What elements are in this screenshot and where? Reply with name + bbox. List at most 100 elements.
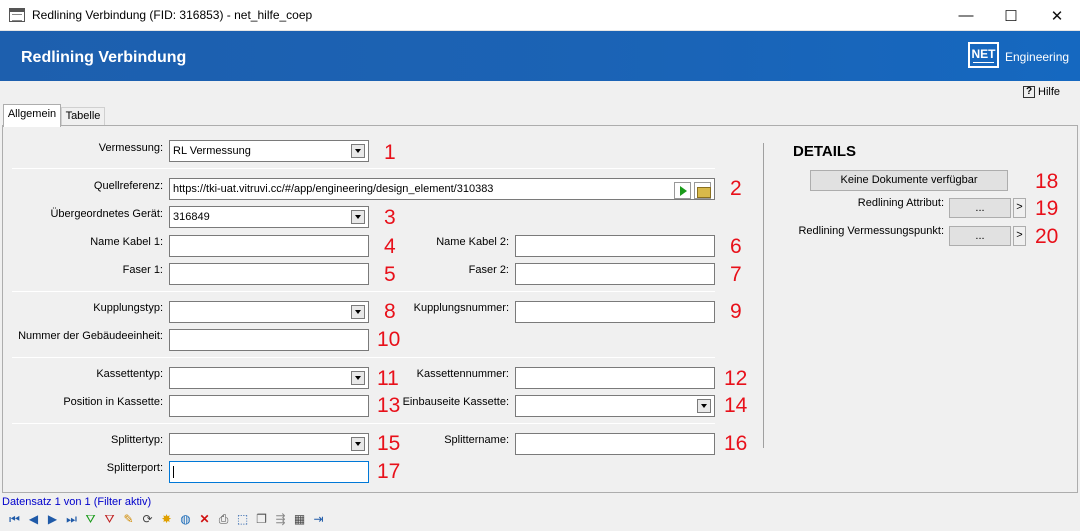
help-label: Hilfe [1038,86,1061,98]
next-record-icon[interactable]: ▶ [44,511,61,527]
name-kabel-2-field[interactable] [515,235,715,257]
divider [12,423,715,424]
exit-icon[interactable]: ⇥ [310,511,327,527]
chevron-down-icon[interactable] [351,305,365,319]
annotation-number: 11 [377,367,399,390]
annotation-number: 15 [377,432,401,455]
table-edit-icon[interactable]: ▦ [291,511,308,527]
close-button[interactable]: ✕ [1034,0,1080,31]
window-title: Redlining Verbindung (FID: 316853) - net… [32,8,313,22]
kassettennummer-field[interactable] [515,367,715,389]
splittername-field[interactable] [515,433,715,455]
splittername-label: Splittername: [444,434,509,446]
open-link-icon[interactable] [674,182,691,199]
einbauseite-kassette-select[interactable] [515,395,715,417]
einbauseite-kassette-label: Einbauseite Kassette: [402,396,509,408]
annotation-number: 3 [384,206,396,229]
annotation-number: 16 [724,432,748,455]
annotation-number: 2 [730,177,742,200]
kassettentyp-select[interactable] [169,367,369,389]
refresh-icon[interactable]: ⟳ [139,511,156,527]
name-kabel-2-label: Name Kabel 2: [436,236,509,248]
annotation-number: 12 [724,367,748,390]
redlining-vermessungspunkt-arrow-button[interactable]: > [1013,226,1026,246]
previous-record-icon[interactable]: ◀ [25,511,42,527]
uebergeordnetes-geraet-label: Übergeordnetes Gerät: [50,208,163,220]
tab-allgemein[interactable]: Allgemein [3,104,61,127]
last-record-icon[interactable]: ⏭ [63,511,80,527]
remove-filter-icon[interactable]: ⛛ [101,511,118,527]
help-icon: ? [1023,86,1035,98]
redlining-attribut-label: Redlining Attribut: [857,197,944,209]
tab-tabelle[interactable]: Tabelle [61,107,105,126]
minimize-button[interactable]: — [943,0,989,31]
chevron-down-icon[interactable] [697,399,711,413]
vermessung-select[interactable]: RL Vermessung [169,140,369,162]
kassettentyp-label: Kassettentyp: [96,368,163,380]
net-logo: NET [968,42,999,68]
annotation-number: 13 [377,394,401,417]
annotation-number: 19 [1035,197,1059,220]
divider [12,291,715,292]
window-titlebar: Redlining Verbindung (FID: 316853) - net… [0,0,1080,31]
select-area-icon[interactable]: ⬚ [234,511,251,527]
nummer-gebaeudeeinheit-field[interactable] [169,329,369,351]
bottom-toolbar: ⏮ ◀ ▶ ⏭ ⛛ ⛛ ✎ ⟳ ✸ ◍ ✕ ⎙ ⬚ ❐ ⇶ ▦ ⇥ [6,510,329,528]
print-icon[interactable]: ⎙ [215,511,232,527]
name-kabel-1-field[interactable] [169,235,369,257]
annotation-number: 5 [384,263,396,286]
brand-text: Engineering [1005,50,1070,64]
edit-pencil-icon[interactable]: ✎ [120,511,137,527]
annotation-number: 18 [1035,170,1059,193]
vermessung-label: Vermessung: [98,142,163,154]
faser-1-field[interactable] [169,263,369,285]
documents-button[interactable]: Keine Dokumente verfügbar [810,170,1008,191]
faser-2-field[interactable] [515,263,715,285]
redlining-attribut-arrow-button[interactable]: > [1013,198,1026,218]
chevron-down-icon[interactable] [351,210,365,224]
splittertyp-select[interactable] [169,433,369,455]
first-record-icon[interactable]: ⏮ [6,511,23,527]
divider [12,168,715,169]
delete-icon[interactable]: ✕ [196,511,213,527]
quellreferenz-label: Quellreferenz: [93,180,163,192]
vermessung-value: RL Vermessung [173,145,251,157]
record-status: Datensatz 1 von 1 (Filter aktiv) [2,496,152,508]
annotation-number: 1 [384,141,396,164]
redlining-attribut-button[interactable]: ... [949,198,1011,218]
globe-icon[interactable]: ◍ [177,511,194,527]
splitterport-field[interactable] [169,461,369,483]
annotation-number: 7 [730,263,742,286]
annotation-number: 10 [377,328,401,351]
divider [12,357,715,358]
position-in-kassette-field[interactable] [169,395,369,417]
nummer-gebaeudeeinheit-label: Nummer der Gebäudeeinheit: [18,330,163,342]
annotation-number: 17 [377,460,401,483]
maximize-button[interactable]: ☐ [988,0,1034,31]
help-button[interactable]: ? Hilfe [1023,86,1060,98]
kupplungsnummer-field[interactable] [515,301,715,323]
new-record-icon[interactable]: ✸ [158,511,175,527]
header-banner: Redlining Verbindung NET Engineering [0,31,1080,81]
move-icon[interactable]: ⇶ [272,511,289,527]
annotation-number: 14 [724,394,748,417]
chevron-down-icon[interactable] [351,371,365,385]
kupplungstyp-select[interactable] [169,301,369,323]
kupplungsnummer-label: Kupplungsnummer: [413,302,509,314]
copy-icon[interactable]: ❐ [253,511,270,527]
folder-icon[interactable] [694,182,711,199]
section-divider [763,143,764,448]
kupplungstyp-label: Kupplungstyp: [93,302,163,314]
splitterport-label: Splitterport: [106,462,163,474]
chevron-down-icon[interactable] [351,144,365,158]
redlining-vermessungspunkt-label: Redlining Vermessungspunkt: [798,225,944,237]
add-filter-icon[interactable]: ⛛ [82,511,99,527]
app-window-icon [9,8,25,22]
uebergeordnetes-geraet-select[interactable]: 316849 [169,206,369,228]
quellreferenz-field[interactable]: https://tki-uat.vitruvi.cc/#/app/enginee… [169,178,715,200]
redlining-vermessungspunkt-button[interactable]: ... [949,226,1011,246]
name-kabel-1-label: Name Kabel 1: [90,236,163,248]
chevron-down-icon[interactable] [351,437,365,451]
annotation-number: 6 [730,235,742,258]
splittertyp-label: Splittertyp: [111,434,163,446]
